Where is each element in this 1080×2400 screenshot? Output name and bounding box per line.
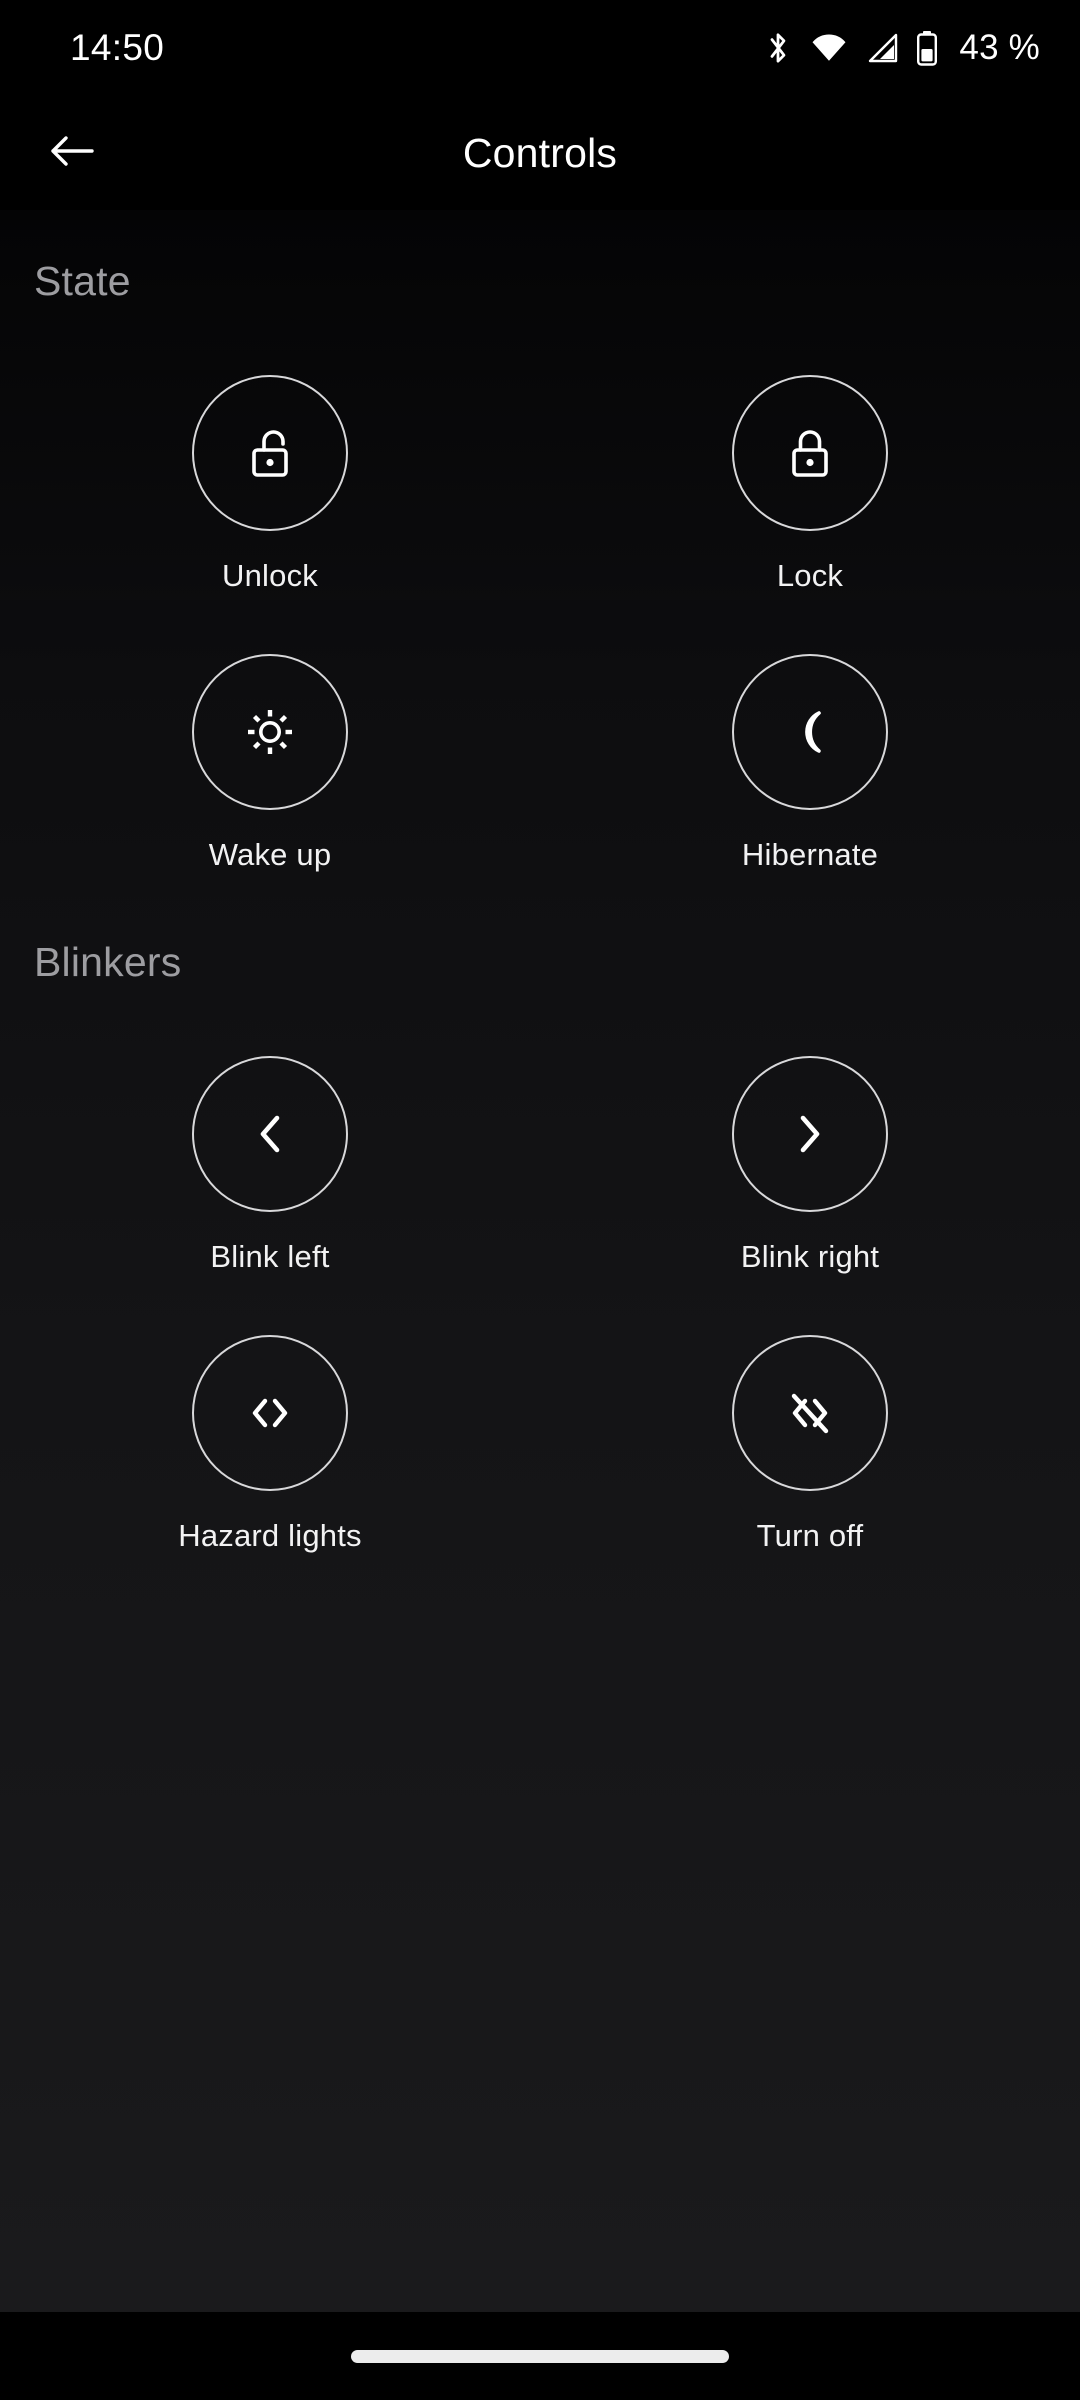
cellular-signal-icon xyxy=(865,33,899,63)
hazard-lights-button[interactable] xyxy=(192,1335,348,1491)
battery-percent-label: 43 % xyxy=(959,28,1040,67)
back-button[interactable] xyxy=(32,113,112,193)
page-title: Controls xyxy=(462,129,618,176)
blinkers-control-grid: Blink left Blink right Hazard lights Tur… xyxy=(0,996,1080,1554)
control-hazard-lights[interactable]: Hazard lights xyxy=(0,1275,540,1554)
state-control-grid: Unlock Lock Wake up Hibernate xyxy=(0,315,1080,873)
section-header-state: State xyxy=(34,258,131,304)
control-blink-right[interactable]: Blink right xyxy=(540,996,1080,1275)
lock-button[interactable] xyxy=(732,375,888,531)
system-navigation-bar xyxy=(0,2312,1080,2400)
wake-up-button[interactable] xyxy=(192,654,348,810)
control-label: Blink left xyxy=(210,1239,330,1274)
sun-icon xyxy=(241,703,299,761)
control-wake-up[interactable]: Wake up xyxy=(0,594,540,873)
bluetooth-icon xyxy=(763,30,793,66)
control-blink-left[interactable]: Blink left xyxy=(0,996,540,1275)
control-label: Turn off xyxy=(756,1518,864,1553)
control-lock[interactable]: Lock xyxy=(540,315,1080,594)
turn-off-button[interactable] xyxy=(732,1335,888,1491)
control-label: Blink right xyxy=(740,1239,880,1274)
phone-screen: 14:50 43 % Controls State Unlock Lock Wa… xyxy=(0,0,1080,2400)
hibernate-button[interactable] xyxy=(732,654,888,810)
app-bar: Controls xyxy=(0,96,1080,210)
blink-right-button[interactable] xyxy=(732,1056,888,1212)
back-arrow-icon xyxy=(48,131,96,176)
control-label: Wake up xyxy=(208,837,332,872)
unlock-button[interactable] xyxy=(192,375,348,531)
battery-icon xyxy=(916,30,938,66)
chevron-left-icon xyxy=(247,1105,293,1163)
controls-content: State Unlock Lock Wake up Hibernate Blin… xyxy=(0,210,1080,2312)
control-label: Lock xyxy=(776,558,844,593)
double-chevron-outward-slash-icon xyxy=(780,1386,840,1440)
gesture-home-handle[interactable] xyxy=(351,2349,729,2363)
crescent-moon-icon xyxy=(783,703,837,761)
status-bar: 14:50 43 % xyxy=(0,0,1080,96)
control-label: Hibernate xyxy=(741,837,879,872)
chevron-right-icon xyxy=(787,1105,833,1163)
status-bar-clock: 14:50 xyxy=(70,27,165,68)
wifi-icon xyxy=(810,33,848,63)
control-label: Hazard lights xyxy=(178,1518,362,1553)
section-header-blinkers: Blinkers xyxy=(34,939,182,985)
control-turn-off[interactable]: Turn off xyxy=(540,1275,1080,1554)
padlock-closed-icon xyxy=(783,424,837,482)
control-label: Unlock xyxy=(222,558,318,593)
control-unlock[interactable]: Unlock xyxy=(0,315,540,594)
control-hibernate[interactable]: Hibernate xyxy=(540,594,1080,873)
status-bar-icons: 43 % xyxy=(763,28,1040,68)
double-chevron-outward-icon xyxy=(240,1392,300,1434)
padlock-open-icon xyxy=(243,424,297,482)
blink-left-button[interactable] xyxy=(192,1056,348,1212)
